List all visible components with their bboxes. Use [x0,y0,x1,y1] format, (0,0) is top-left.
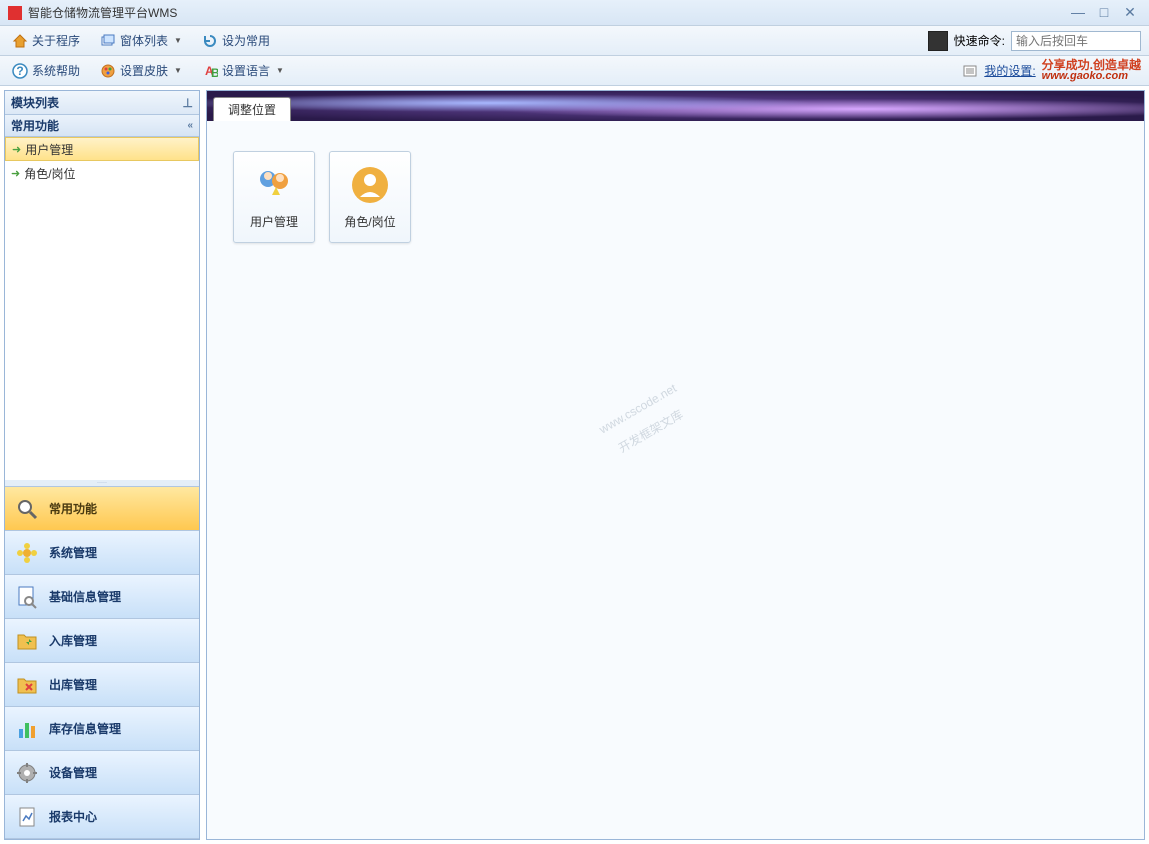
slogan: 分享成功.创造卓越 www.gaoko.com [1042,60,1141,82]
set-skin-button[interactable]: 设置皮肤 ▼ [96,59,186,82]
gear-icon [15,761,39,785]
set-skin-label: 设置皮肤 [120,62,168,79]
about-label: 关于程序 [32,32,80,49]
set-language-label: 设置语言 [222,62,270,79]
toolbar-row-1: 关于程序 窗体列表 ▼ 设为常用 快速命令: [0,26,1149,56]
toolbar-row-2: ? 系统帮助 设置皮肤 ▼ AB 设置语言 ▼ 我的设置: 分享成功.创造卓越 … [0,56,1149,86]
svg-text:B: B [211,66,218,79]
tile-label: 角色/岗位 [344,213,395,230]
nav-label: 入库管理 [49,632,97,649]
watermark-line1: www.cscode.net [593,376,681,442]
tree-item-label: 角色/岗位 [24,165,75,182]
quick-command-label: 快速命令: [954,32,1005,49]
nav-label: 报表中心 [49,808,97,825]
tab-strip: 调整位置 [207,91,1144,121]
app-icon [8,6,22,20]
slogan-line1: 分享成功.创造卓越 [1042,60,1141,71]
watermark: www.cscode.net 开发框架文库 [593,376,694,464]
nav-inbound[interactable]: 入库管理 [5,619,199,663]
sidebar-tree: ➜ 用户管理 ➜ 角色/岗位 [5,137,199,480]
palette-icon [100,63,116,79]
chevron-down-icon: ▼ [276,66,284,75]
tile-role-position[interactable]: 角色/岗位 [329,151,411,243]
pin-icon[interactable]: ⊥ [183,96,193,110]
report-icon [15,805,39,829]
svg-text:?: ? [16,64,23,78]
document-search-icon [15,585,39,609]
nav-label: 出库管理 [49,676,97,693]
set-language-button[interactable]: AB 设置语言 ▼ [198,59,288,82]
nav-group: 常用功能 系统管理 基础信息管理 入库管理 出库管理 库存信息管理 [5,486,199,839]
folder-in-icon [15,629,39,653]
maximize-button[interactable]: □ [1093,4,1115,22]
set-default-button[interactable]: 设为常用 [198,29,274,52]
quick-command-input[interactable] [1011,31,1141,51]
tab-adjust-position[interactable]: 调整位置 [213,97,291,121]
chevron-down-icon: ▼ [174,36,182,45]
content-area: 调整位置 用户管理 角色/岗位 www.cscode.net 开发框架文库 [206,90,1145,840]
slogan-url: www.gaoko.com [1042,71,1141,82]
nav-label: 基础信息管理 [49,588,121,605]
help-icon: ? [12,63,28,79]
chevron-left-icon: « [187,120,193,131]
home-icon [12,33,28,49]
nav-common-functions[interactable]: 常用功能 [5,487,199,531]
sidebar-panel-title: 模块列表 [11,94,59,111]
folder-out-icon [15,673,39,697]
arrow-icon: ➜ [12,143,21,156]
language-icon: AB [202,63,218,79]
windows-icon [100,33,116,49]
nav-report[interactable]: 报表中心 [5,795,199,839]
bar-chart-icon [15,717,39,741]
minimize-button[interactable]: — [1067,4,1089,22]
watermark-line2: 开发框架文库 [606,398,694,464]
nav-basic-info[interactable]: 基础信息管理 [5,575,199,619]
tree-item-label: 用户管理 [25,141,73,158]
nav-label: 设备管理 [49,764,97,781]
nav-label: 库存信息管理 [49,720,121,737]
flower-icon [15,541,39,565]
chevron-down-icon: ▼ [174,66,182,75]
window-list-button[interactable]: 窗体列表 ▼ [96,29,186,52]
tree-item-user-management[interactable]: ➜ 用户管理 [5,137,199,161]
system-help-button[interactable]: ? 系统帮助 [8,59,84,82]
system-help-label: 系统帮助 [32,62,80,79]
refresh-icon [202,33,218,49]
nav-label: 系统管理 [49,544,97,561]
title-bar: 智能仓储物流管理平台WMS — □ ✕ [0,0,1149,26]
command-icon [928,31,948,51]
tab-label: 调整位置 [228,101,276,118]
sidebar-group-title: 常用功能 [11,117,59,134]
magnifier-icon [15,497,39,521]
about-button[interactable]: 关于程序 [8,29,84,52]
nav-inventory[interactable]: 库存信息管理 [5,707,199,751]
nav-label: 常用功能 [49,500,97,517]
nav-system-management[interactable]: 系统管理 [5,531,199,575]
window-title: 智能仓储物流管理平台WMS [28,4,1063,21]
workspace: 用户管理 角色/岗位 www.cscode.net 开发框架文库 [207,121,1144,839]
set-default-label: 设为常用 [222,32,270,49]
nav-device[interactable]: 设备管理 [5,751,199,795]
my-settings-link[interactable]: 我的设置: [984,62,1035,79]
close-button[interactable]: ✕ [1119,4,1141,22]
nav-outbound[interactable]: 出库管理 [5,663,199,707]
settings-icon [962,63,978,79]
tile-user-management[interactable]: 用户管理 [233,151,315,243]
window-list-label: 窗体列表 [120,32,168,49]
sidebar: 模块列表 ⊥ 常用功能 « ➜ 用户管理 ➜ 角色/岗位 ····· 常用功能 [4,90,200,840]
tree-item-role-position[interactable]: ➜ 角色/岗位 [5,161,199,185]
sidebar-group-header[interactable]: 常用功能 « [5,115,199,137]
sidebar-panel-header: 模块列表 ⊥ [5,91,199,115]
arrow-icon: ➜ [11,167,20,180]
person-icon [350,165,390,205]
users-icon [254,165,294,205]
main-area: 模块列表 ⊥ 常用功能 « ➜ 用户管理 ➜ 角色/岗位 ····· 常用功能 [4,90,1145,840]
tile-label: 用户管理 [250,213,298,230]
